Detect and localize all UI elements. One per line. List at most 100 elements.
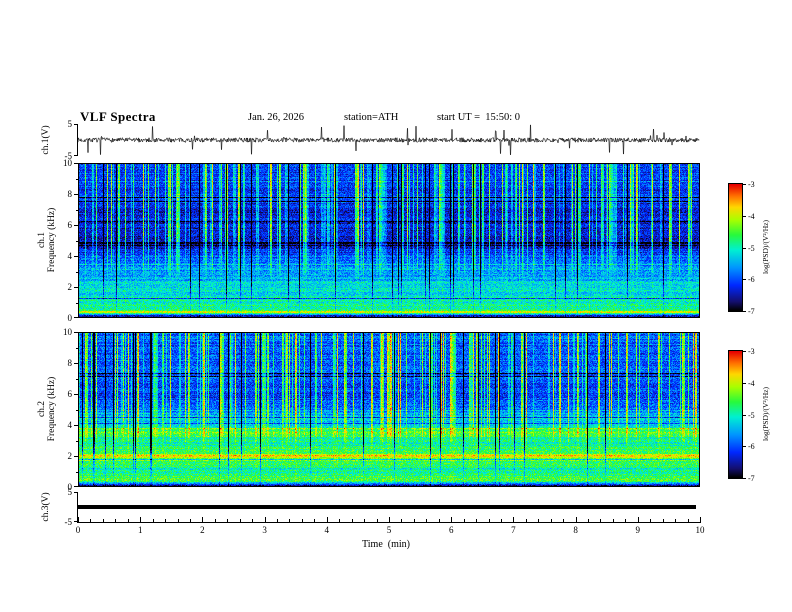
ch2-spectrogram-canvas	[79, 333, 699, 486]
spec-y-tick-label: 4	[67, 420, 73, 430]
colorbar-tick-label: -5	[748, 243, 755, 253]
date-label: Jan. 26, 2026	[248, 112, 304, 123]
x-minor-tick-mark	[152, 519, 154, 522]
x-minor-tick-mark	[165, 519, 167, 522]
wave-y-tick-mark	[74, 492, 78, 493]
spec-y-tick-mark	[74, 317, 78, 318]
x-tick-mark	[575, 517, 577, 522]
spec-y-tick-mark	[74, 456, 78, 457]
x-minor-tick-mark	[127, 519, 129, 522]
spec-y-minor-tick-mark	[76, 209, 78, 211]
spec-y-tick-mark	[74, 225, 78, 226]
station-label: station=ATH	[344, 112, 399, 123]
colorbar-tick-label: -7	[748, 474, 755, 483]
spec-y-tick-label: 0	[67, 313, 73, 323]
ch1-spec-axis-label-line1: ch.1	[37, 231, 47, 249]
ch3-flat-trace	[78, 505, 696, 509]
ch1-spectrogram-canvas	[79, 164, 699, 317]
ch2-spectrogram-panel	[78, 332, 700, 487]
ch2-spec-axis-label-line2: Frequency (kHz)	[47, 376, 57, 442]
ch1-waveform-panel	[78, 124, 700, 156]
ch1-spec-axis-label-line2: Frequency (kHz)	[47, 207, 57, 273]
spec-y-minor-tick-mark	[76, 302, 78, 304]
wave-y-tick-label: 5	[67, 487, 73, 497]
spec-y-tick-label: 6	[67, 220, 73, 230]
ch1-waveform-canvas	[78, 124, 700, 156]
colorbar-tick-mark	[743, 446, 746, 448]
colorbar-tick-label: -4	[748, 378, 755, 388]
spec-y-tick-mark	[74, 256, 78, 257]
spec-y-minor-tick-mark	[76, 178, 78, 180]
x-minor-tick-mark	[426, 519, 428, 522]
colorbar-tick-mark	[743, 478, 746, 479]
ch1-spec-axis-label: ch.1 Frequency (kHz)	[37, 208, 57, 273]
x-minor-tick-mark	[500, 519, 502, 522]
ch1-spectrogram-panel	[78, 163, 700, 318]
colorbar-tick-label: -5	[748, 410, 755, 420]
colorbar-tick-label: -6	[748, 275, 755, 285]
x-minor-tick-mark	[662, 519, 664, 522]
x-tick-mark	[451, 517, 453, 522]
x-minor-tick-mark	[401, 519, 403, 522]
x-minor-tick-mark	[339, 519, 341, 522]
colorbar2-label-text: log(PSD)/(V²/Hz)	[761, 387, 770, 441]
x-tick-mark	[78, 517, 79, 522]
x-tick-label: 6	[448, 525, 454, 535]
colorbar1	[728, 183, 743, 312]
ch1-waveform-yaxis-line	[77, 124, 78, 156]
x-tick-mark	[637, 517, 639, 522]
colorbar1-label: log(PSD)/(V²/Hz)	[761, 220, 771, 274]
x-minor-tick-mark	[364, 519, 366, 522]
start-ut-label: start UT = 15:50: 0	[437, 112, 521, 123]
wave-y-tick-label: 5	[67, 119, 73, 129]
x-minor-tick-mark	[612, 519, 614, 522]
x-minor-tick-mark	[289, 519, 291, 522]
x-axis-title: Time (min)	[362, 539, 410, 550]
x-minor-tick-mark	[214, 519, 216, 522]
x-minor-tick-mark	[115, 519, 117, 522]
spec-y-minor-tick-mark	[76, 378, 78, 380]
x-minor-tick-mark	[239, 519, 241, 522]
spec-y-minor-tick-mark	[76, 347, 78, 349]
x-minor-tick-mark	[189, 519, 191, 522]
x-tick-label: 7	[511, 525, 516, 535]
x-minor-tick-mark	[102, 519, 104, 522]
wave-y-tick-mark	[74, 155, 78, 156]
x-tick-label: 5	[386, 525, 392, 535]
spec-y-minor-tick-mark	[76, 271, 78, 273]
wave-y-tick-mark	[74, 124, 78, 125]
x-minor-tick-mark	[438, 519, 440, 522]
colorbar-tick-mark	[743, 215, 746, 217]
spec-y-tick-mark	[74, 425, 78, 426]
ch2-spec-axis-label-line1: ch.2	[37, 400, 47, 418]
spec-y-tick-label: 2	[67, 451, 73, 461]
spec-y-tick-mark	[74, 194, 78, 195]
x-minor-tick-mark	[538, 519, 540, 522]
colorbar-tick-label: -3	[748, 347, 755, 356]
x-minor-tick-mark	[525, 519, 527, 522]
x-minor-tick-mark	[177, 519, 179, 522]
x-minor-tick-mark	[550, 519, 552, 522]
colorbar2	[728, 350, 743, 479]
x-tick-label: 8	[573, 525, 578, 535]
spec-y-minor-tick-mark	[76, 440, 78, 442]
x-minor-tick-mark	[252, 519, 254, 522]
spec-y-tick-label: 4	[67, 251, 73, 261]
x-tick-label: 2	[200, 525, 205, 535]
x-minor-tick-mark	[588, 519, 590, 522]
spec-y-minor-tick-mark	[76, 471, 78, 473]
x-tick-label: 4	[324, 525, 330, 535]
x-minor-tick-mark	[463, 519, 465, 522]
ch3-wave-axis-label-text: ch.3(V)	[41, 492, 51, 522]
ch3-wave-axis-label: ch.3(V)	[41, 492, 51, 521]
colorbar-tick-mark	[743, 414, 746, 416]
x-tick-mark	[264, 517, 266, 522]
x-tick-mark	[202, 517, 204, 522]
colorbar-tick-label: -4	[748, 211, 755, 221]
colorbar1-canvas	[729, 184, 742, 311]
colorbar-tick-mark	[743, 279, 746, 281]
x-minor-tick-mark	[476, 519, 478, 522]
x-minor-tick-mark	[314, 519, 316, 522]
colorbar-tick-mark	[743, 184, 746, 185]
colorbar-tick-label: -7	[748, 307, 755, 316]
